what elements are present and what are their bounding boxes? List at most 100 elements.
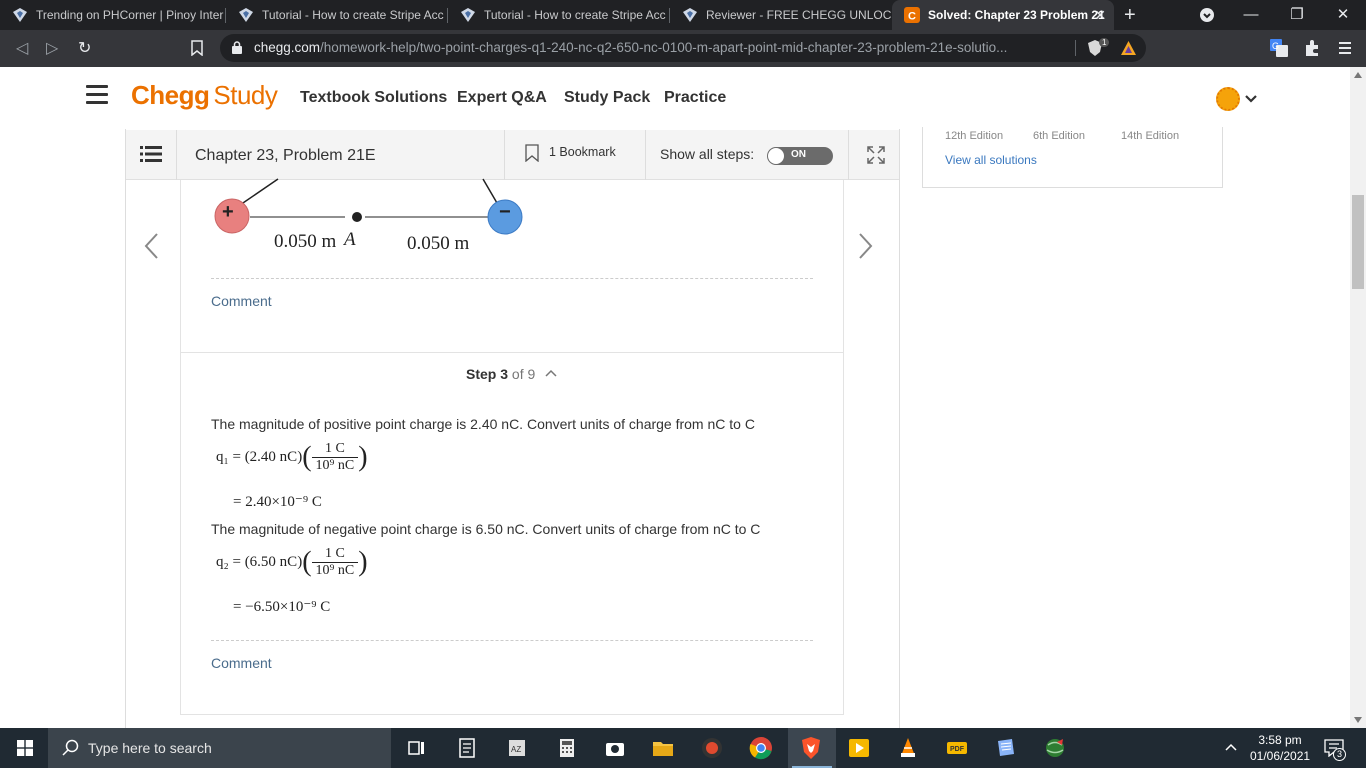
step-divider [180, 714, 844, 715]
translate-extension-icon[interactable]: G [1270, 39, 1288, 57]
notes-app-icon[interactable] [455, 736, 479, 760]
profile-dropdown-icon[interactable] [1199, 7, 1215, 23]
chevron-up-icon[interactable] [544, 368, 558, 378]
phcorner-favicon-icon [461, 8, 475, 22]
equation-q1-denominator: 10⁹ nC [315, 458, 355, 473]
close-tab-icon[interactable]: ✕ [1094, 0, 1106, 30]
browser-tab[interactable]: Trending on PHCorner | Pinoy Inter [0, 0, 224, 30]
scroll-up-icon[interactable] [1354, 72, 1362, 78]
notepad-icon[interactable] [994, 736, 1018, 760]
toolbar-divider [504, 130, 505, 180]
show-all-steps-label: Show all steps: [660, 146, 755, 162]
system-clock[interactable]: 3:58 pm 01/06/2021 [1250, 732, 1310, 764]
file-explorer-icon[interactable] [651, 736, 675, 760]
scroll-down-icon[interactable] [1354, 717, 1362, 723]
network-globe-icon[interactable] [1043, 736, 1067, 760]
menu-dots-icon[interactable] [1336, 39, 1354, 57]
step-label[interactable]: Step 3 of 9 [466, 366, 535, 382]
brave-browser-icon[interactable] [799, 736, 823, 760]
browser-tab[interactable]: Tutorial - How to create Stripe Acc [448, 0, 670, 30]
logo-chegg: Chegg [131, 80, 210, 110]
taskbar-search-box[interactable]: Type here to search [48, 728, 391, 768]
extensions-puzzle-icon[interactable] [1303, 39, 1321, 57]
media-player-icon[interactable] [847, 736, 871, 760]
comment-link[interactable]: Comment [211, 293, 272, 309]
positive-charge-sign: + [222, 201, 234, 223]
browser-tab-active[interactable]: C Solved: Chapter 23 Problem 21 ✕ [892, 0, 1114, 30]
app-orb-icon[interactable] [700, 736, 724, 760]
list-icon[interactable] [140, 145, 162, 163]
previous-step-arrow-icon[interactable] [143, 232, 159, 260]
avatar[interactable] [1216, 87, 1240, 111]
tab-title: Solved: Chapter 23 Problem 21 [928, 8, 1105, 22]
dictionary-app-icon[interactable]: AZ [505, 736, 529, 760]
nav-study-pack[interactable]: Study Pack [564, 89, 650, 107]
tab-title: Tutorial - How to create Stripe Acc [484, 8, 666, 22]
distance-label-left: 0.050 m [274, 231, 337, 252]
equation-q2-lhs: q₂ = (6.50 nC) [216, 553, 303, 570]
nav-practice[interactable]: Practice [664, 89, 726, 107]
browser-tab[interactable]: Reviewer - FREE CHEGG UNLOCKS [670, 0, 892, 30]
brave-rewards-icon[interactable] [1120, 40, 1137, 56]
browser-tab[interactable]: Tutorial - How to create Stripe Acc [226, 0, 448, 30]
equation-q1-lhs: q₁ = (2.40 nC) [216, 448, 303, 465]
equation-q1-numerator: 1 C [311, 441, 359, 458]
reload-button[interactable]: ↻ [78, 38, 91, 58]
new-tab-button[interactable]: + [1124, 4, 1136, 27]
svg-text:AZ: AZ [511, 745, 521, 754]
address-bar[interactable]: chegg.com/homework-help/two-point-charge… [220, 34, 1146, 62]
dashed-divider [211, 278, 813, 279]
phcorner-favicon-icon [13, 8, 27, 22]
browser-toolbar: ◁ ▷ ↻ chegg.com/homework-help/two-point-… [0, 30, 1366, 67]
edition-6th[interactable]: 6th Edition [1033, 130, 1085, 142]
restore-button[interactable]: ❐ [1274, 0, 1320, 30]
clock-time: 3:58 pm [1258, 733, 1302, 747]
view-all-solutions-link[interactable]: View all solutions [945, 153, 1037, 167]
clock-date: 01/06/2021 [1250, 749, 1311, 763]
expand-icon[interactable] [866, 145, 886, 165]
distance-label-right: 0.050 m [407, 233, 470, 254]
next-step-arrow-icon[interactable] [858, 232, 874, 260]
calculator-icon[interactable] [555, 736, 579, 760]
search-placeholder: Type here to search [88, 740, 212, 756]
search-icon [62, 739, 79, 756]
scrollbar-thumb[interactable] [1352, 195, 1364, 289]
chrome-icon[interactable] [749, 736, 773, 760]
bookmark-button[interactable]: 1 Bookmark [549, 145, 616, 159]
bookmark-icon[interactable] [525, 144, 539, 162]
show-all-steps-toggle[interactable]: ON [767, 147, 833, 165]
vlc-icon[interactable] [896, 736, 920, 760]
edition-14th[interactable]: 14th Edition [1121, 130, 1179, 142]
toolbar-divider [176, 130, 177, 180]
minimize-button[interactable]: — [1228, 0, 1274, 30]
bookmark-page-icon[interactable] [191, 40, 203, 56]
toolbar-divider [645, 130, 646, 180]
chevron-down-icon[interactable] [1244, 94, 1258, 104]
toggle-knob [768, 148, 784, 164]
back-button[interactable]: ◁ [16, 38, 28, 58]
edition-12th[interactable]: 12th Edition [945, 130, 1003, 142]
chapter-title: Chapter 23, Problem 21E [195, 147, 376, 164]
web-page: Chegg Study Textbook Solutions Expert Q&A… [0, 67, 1366, 728]
task-view-icon[interactable] [405, 736, 429, 760]
camera-app-icon[interactable] [603, 736, 627, 760]
hamburger-menu-icon[interactable] [86, 85, 108, 104]
pdf-app-icon[interactable]: PDF [945, 736, 969, 760]
phcorner-favicon-icon [239, 8, 253, 22]
nav-expert-qa[interactable]: Expert Q&A [457, 89, 547, 107]
tab-title: Trending on PHCorner | Pinoy Inter [36, 8, 224, 22]
page-scrollbar[interactable] [1350, 67, 1366, 728]
equation-q2-numerator: 1 C [311, 546, 359, 563]
equation-q1-result: = 2.40×10⁻⁹ C [233, 494, 322, 510]
close-window-button[interactable]: ✕ [1320, 0, 1366, 30]
svg-text:G: G [1272, 41, 1279, 51]
nav-textbook-solutions[interactable]: Textbook Solutions [300, 89, 447, 107]
forward-button[interactable]: ▷ [46, 38, 58, 58]
equation-q1: q₁ = (2.40 nC)(1 C 10⁹ nC) [216, 441, 368, 473]
chegg-study-logo[interactable]: Chegg Study [131, 80, 278, 111]
comment-link[interactable]: Comment [211, 655, 272, 671]
windows-start-icon[interactable] [17, 740, 33, 756]
svg-text:PDF: PDF [950, 746, 965, 753]
tray-chevron-icon[interactable] [1224, 742, 1238, 752]
notification-count-badge: 3 [1333, 748, 1346, 761]
